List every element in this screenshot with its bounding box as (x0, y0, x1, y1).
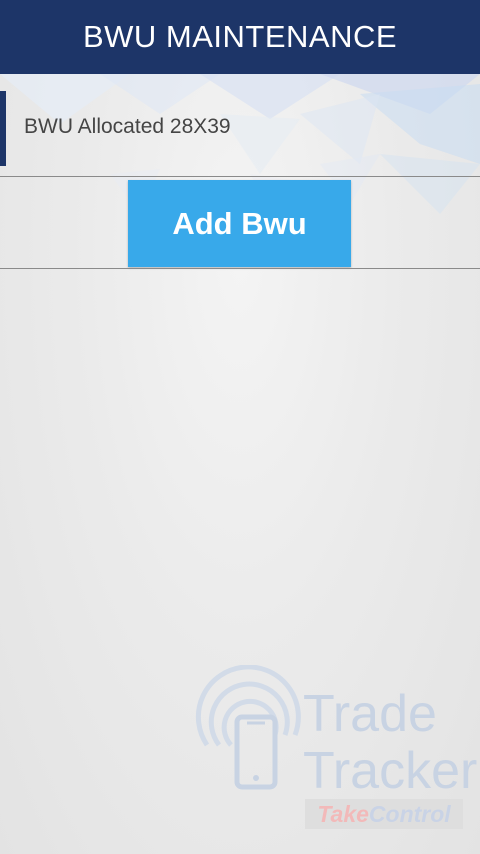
trade-tracker-watermark: Trade Tracker Take Control (195, 665, 477, 835)
add-bwu-button[interactable]: Add Bwu (128, 180, 351, 267)
divider-top (0, 176, 480, 177)
bwu-list-item[interactable]: BWU Allocated 28X39 (0, 88, 480, 176)
tagline-take: Take (317, 800, 369, 827)
tagline-badge: Take Control (305, 799, 463, 829)
tagline-control: Control (368, 800, 451, 827)
divider-bottom (0, 268, 480, 269)
row-accent-bar (0, 91, 6, 166)
app-header: BWU MAINTENANCE (0, 0, 480, 74)
brand-line-2: Tracker (303, 742, 478, 800)
phone-signal-icon (195, 665, 301, 790)
bwu-label: BWU Allocated 28X39 (24, 115, 231, 138)
page-title: BWU MAINTENANCE (82, 19, 398, 54)
brand-line-1: Trade (303, 685, 437, 743)
